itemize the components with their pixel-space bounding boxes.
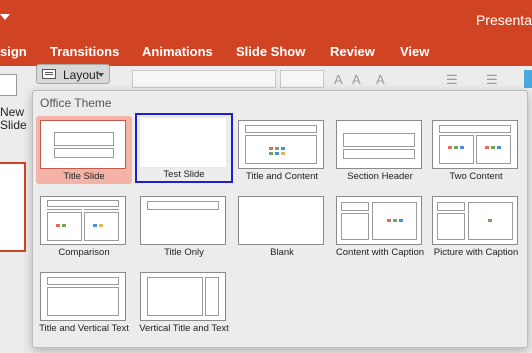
layout-label: Title Slide [63, 171, 105, 182]
layout-label: Test Slide [163, 169, 205, 180]
layout-label: Vertical Title and Text [139, 323, 229, 334]
tab-view[interactable]: View [400, 44, 429, 59]
quick-access-dropdown-icon[interactable] [0, 14, 10, 20]
clear-format-icon[interactable]: A [376, 72, 385, 87]
layout-label: Two Content [449, 171, 503, 182]
tab-design[interactable]: sign [0, 44, 27, 59]
tab-animations[interactable]: Animations [142, 44, 213, 59]
layout-thumbnail [140, 196, 226, 245]
layout-icon [42, 69, 56, 79]
font-name-box[interactable] [132, 70, 276, 88]
increase-font-icon[interactable]: A [334, 72, 343, 87]
layout-title-slide[interactable]: Title Slide [36, 116, 132, 184]
layout-thumbnail [432, 196, 518, 245]
layout-title-only[interactable]: Title Only [136, 192, 232, 260]
layout-section-header[interactable]: Section Header [332, 116, 428, 184]
layout-label: Content with Caption [335, 247, 425, 258]
title-bar: Presenta sign Transitions Animations Sli… [0, 0, 532, 66]
layout-label: Blank [270, 247, 294, 258]
layout-thumbnail [336, 120, 422, 169]
layout-label: Title and Vertical Text [39, 323, 129, 334]
chevron-down-icon [98, 73, 104, 77]
layout-thumbnail [238, 120, 324, 169]
layout-thumbnail [140, 272, 226, 321]
bullets-icon[interactable]: ☰ [446, 72, 458, 88]
layout-label: Comparison [58, 247, 110, 258]
window-title: Presenta [475, 12, 532, 28]
layout-label: Picture with Caption [433, 247, 519, 258]
layout-button-label: Layout [63, 68, 100, 82]
layout-thumbnail [238, 196, 324, 245]
tab-review[interactable]: Review [330, 44, 375, 59]
decrease-font-icon[interactable]: A [352, 72, 361, 87]
layout-vertical-title-and-text[interactable]: Vertical Title and Text [136, 268, 232, 336]
font-size-box[interactable] [280, 70, 324, 88]
layout-picture-with-caption[interactable]: Picture with Caption [428, 192, 524, 260]
layout-button[interactable]: Layout [36, 64, 110, 84]
new-slide-button[interactable]: New Slide [0, 106, 27, 132]
scroll-right-icon[interactable] [524, 70, 532, 88]
layout-content-with-caption[interactable]: Content with Caption [332, 192, 428, 260]
layout-comparison[interactable]: Comparison [36, 192, 132, 260]
layout-blank[interactable]: Blank [234, 192, 330, 260]
layout-two-content[interactable]: Two Content [428, 116, 524, 184]
tab-slide-show[interactable]: Slide Show [236, 44, 305, 59]
layout-label: Title Only [164, 247, 204, 258]
layout-thumbnail [432, 120, 518, 169]
numbering-icon[interactable]: ☰ [486, 72, 498, 88]
layout-label: Section Header [347, 171, 413, 182]
new-slide-icon[interactable] [0, 74, 17, 96]
layout-title-and-vertical-text[interactable]: Title and Vertical Text [36, 268, 132, 336]
layout-thumbnail [40, 196, 126, 245]
layout-thumbnail [40, 272, 126, 321]
layout-title-and-content[interactable]: Title and Content [234, 116, 330, 184]
layout-test-slide[interactable]: Test Slide [135, 113, 233, 183]
gallery-theme-title: Office Theme [40, 96, 112, 110]
layout-label: Title and Content [246, 171, 318, 182]
layout-thumbnail [40, 120, 126, 169]
layout-thumbnail [140, 118, 226, 167]
layout-thumbnail [336, 196, 422, 245]
tab-transitions[interactable]: Transitions [50, 44, 119, 59]
slide-thumbnail[interactable] [0, 162, 26, 252]
